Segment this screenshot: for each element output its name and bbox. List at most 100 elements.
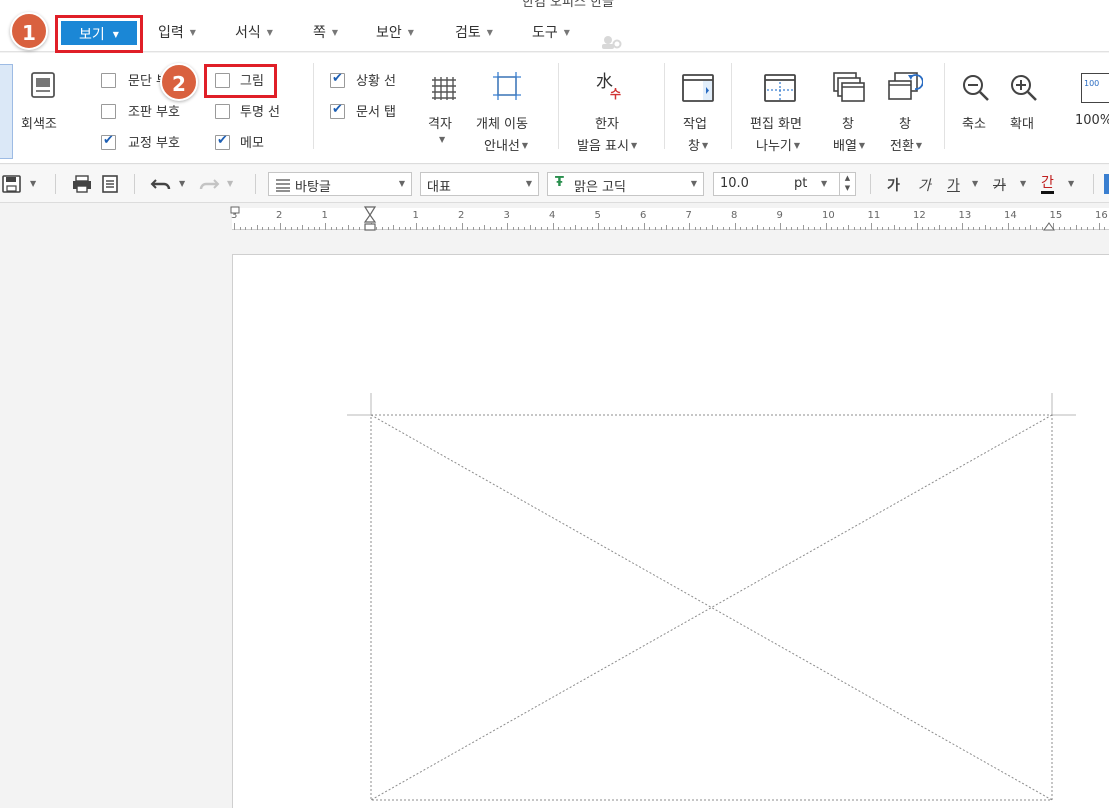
ruler-tick [745, 227, 747, 230]
left-margin-marker[interactable] [230, 206, 240, 216]
ruler-tick [467, 227, 469, 230]
label-proofreading-mark: 교정 부호 [128, 136, 180, 151]
zoom-out-label[interactable]: 축소 [962, 113, 986, 132]
save-icon[interactable] [2, 175, 22, 193]
menu-view[interactable]: 보기 ▼ [61, 21, 137, 45]
checkbox-proofreading-mark[interactable] [101, 133, 116, 150]
chevron-down-icon[interactable]: ▼ [1020, 179, 1026, 188]
task-pane-label-2[interactable]: 창 ▼ [688, 135, 708, 154]
ruler-tick [643, 223, 645, 230]
object-guide-icon[interactable] [492, 71, 522, 101]
hanja-icon-bottom: 수 [610, 87, 622, 101]
italic-button[interactable]: 가 [918, 175, 931, 195]
ruler-number: 6 [640, 210, 647, 221]
ruler-tick [666, 225, 668, 230]
chevron-down-icon[interactable]: ▼ [972, 179, 978, 188]
ruler-tick [296, 227, 298, 230]
hanja-label-1[interactable]: 한자 [595, 113, 619, 132]
grid-icon[interactable] [430, 75, 458, 101]
arrange-windows-icon[interactable] [832, 71, 866, 103]
chevron-down-icon[interactable]: ▼ [179, 179, 185, 188]
object-guide-label-2[interactable]: 안내선 ▼ [484, 135, 528, 154]
chevron-down-icon[interactable]: ▼ [439, 135, 445, 144]
object-guide-label-1[interactable]: 개체 이동 [476, 113, 528, 132]
menu-format[interactable]: 서식 ▼ [235, 22, 273, 42]
toolbar-separator [255, 174, 256, 194]
underline-button[interactable]: 가 [947, 175, 960, 195]
font-size-input[interactable]: 10.0 pt ▼ ▲ ▼ [713, 172, 856, 196]
zoom-100-label[interactable]: 100% [1075, 113, 1109, 128]
checkbox-memo[interactable] [215, 133, 230, 150]
print-preview-icon[interactable] [101, 175, 119, 193]
picture-placeholder[interactable] [233, 255, 1109, 808]
arrange-windows-label-2[interactable]: 배열 ▼ [833, 135, 865, 154]
bold-button[interactable]: 가 [887, 175, 900, 195]
ruler-tick [791, 227, 793, 230]
undo-icon[interactable] [150, 176, 172, 192]
font-size-spinner[interactable]: ▲ ▼ [839, 173, 855, 195]
zoom-100-icon[interactable]: 100 [1081, 73, 1109, 103]
right-margin-marker[interactable] [1043, 222, 1055, 232]
step-badge-2: 2 [160, 63, 198, 101]
ruler-tick [814, 227, 816, 230]
task-pane-label-1[interactable]: 작업 [683, 113, 707, 132]
ruler-tick [603, 227, 605, 230]
ruler-tick [450, 227, 452, 230]
step-badge-1: 1 [10, 12, 48, 50]
split-view-label-2[interactable]: 나누기 ▼ [756, 135, 800, 154]
ruler-tick [461, 223, 463, 230]
print-icon[interactable] [72, 175, 92, 193]
font-select[interactable]: Ŧ 맑은 고딕 ▼ [547, 172, 704, 196]
menu-security[interactable]: 보안 ▼ [376, 22, 414, 42]
chevron-down-icon: ▼ [189, 28, 196, 37]
document-page[interactable] [232, 254, 1109, 808]
arrange-windows-label-1[interactable]: 창 [842, 113, 854, 132]
ruler-tick [273, 227, 275, 230]
menu-insert[interactable]: 입력 ▼ [158, 22, 196, 42]
checkbox-document-tab[interactable] [330, 102, 345, 119]
switch-window-icon[interactable] [887, 71, 923, 103]
ruler-tick [728, 227, 730, 230]
language-select[interactable]: 대표 ▼ [420, 172, 539, 196]
font-color-button[interactable]: 간 [1041, 175, 1054, 194]
hanja-label-2[interactable]: 발음 표시 ▼ [577, 135, 637, 154]
view-mode-button-selected[interactable] [0, 64, 13, 159]
chevron-down-icon[interactable]: ▼ [227, 179, 233, 188]
switch-window-label-2[interactable]: 전환 ▼ [890, 135, 922, 154]
redo-icon[interactable] [198, 176, 220, 192]
checkbox-layout-mark[interactable] [101, 104, 116, 119]
switch-window-label-1[interactable]: 창 [899, 113, 911, 132]
horizontal-ruler[interactable]: 3 2 1 1 2 3 4 5 6 7 8 9 10 11 12 13 14 15 16 [230, 206, 1109, 232]
ruler-tick [302, 225, 304, 230]
zoom-in-icon[interactable] [1009, 73, 1039, 103]
menu-tools[interactable]: 도구 ▼ [532, 22, 570, 42]
chevron-down-icon[interactable]: ▼ [30, 179, 36, 188]
style-select[interactable]: 바탕글 ▼ [268, 172, 412, 196]
checkbox-picture[interactable] [215, 73, 230, 88]
checkbox-paragraph-mark[interactable] [101, 73, 116, 88]
chevron-down-icon[interactable]: ▼ [821, 179, 827, 188]
menu-bar: 보기 ▼ 입력 ▼ 서식 ▼ 쪽 ▼ 보안 ▼ 검토 ▼ 도구 ▼ [0, 10, 1109, 52]
zoom-out-icon[interactable] [961, 73, 991, 103]
grayscale-label[interactable]: 회색조 [21, 113, 57, 132]
zoom-in-label[interactable]: 확대 [1010, 113, 1034, 132]
ruler-number: 14 [1004, 210, 1017, 221]
chevron-down-icon[interactable]: ▼ [1068, 179, 1074, 188]
split-view-icon[interactable] [763, 73, 797, 103]
menu-review[interactable]: 검토 ▼ [455, 22, 493, 42]
ruler-tick [592, 227, 594, 230]
ruler-tick [546, 227, 548, 230]
ruler-number: 3 [503, 210, 510, 221]
menu-page[interactable]: 쪽 ▼ [313, 22, 338, 42]
highlight-color-button[interactable] [1104, 174, 1109, 194]
ruler-tick [484, 225, 486, 230]
indent-marker[interactable] [363, 206, 377, 232]
user-settings-icon[interactable] [600, 34, 622, 50]
split-view-label-1[interactable]: 편집 화면 [750, 113, 802, 132]
strikethrough-button[interactable]: 가 [993, 175, 1006, 195]
checkbox-status-line[interactable] [330, 71, 345, 88]
task-pane-icon[interactable] [681, 73, 715, 103]
grid-label[interactable]: 격자 [428, 113, 452, 132]
checkbox-transparent-line[interactable] [215, 104, 230, 119]
ruler-number: 2 [458, 210, 465, 221]
